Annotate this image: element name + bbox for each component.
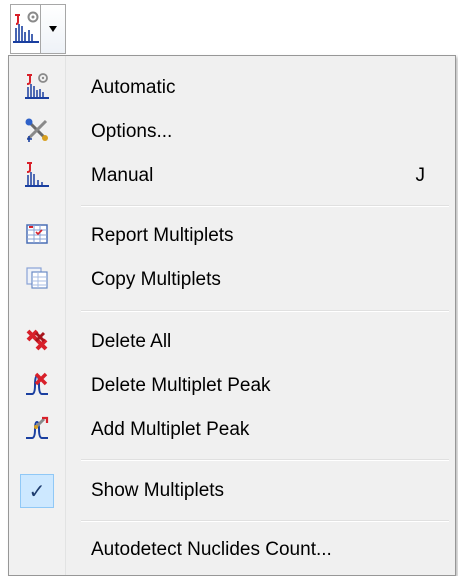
multiplets-menu-screenshot: Automatic Options... Manual J Report Mul… [0, 0, 458, 576]
menu-item-label: Copy Multiplets [91, 269, 221, 290]
multiplet-auto-icon [24, 72, 50, 105]
menu-separator [81, 205, 449, 207]
menu-item-label: Report Multiplets [91, 225, 234, 246]
menu-item-label: Delete All [91, 331, 172, 352]
menu-separator [81, 459, 449, 461]
menu-item-autodetect-nuclides-count[interactable]: Autodetect Nuclides Count... [11, 528, 453, 572]
menu-item-label: Show Multiplets [91, 480, 225, 501]
menu-item-delete-multiplet-peak[interactable]: Delete Multiplet Peak [11, 364, 453, 408]
menu-item-manual[interactable]: Manual J [11, 154, 453, 198]
menu-item-label: Automatic [91, 77, 176, 98]
menu-item-options[interactable]: Options... [11, 110, 453, 154]
menu-item-copy-multiplets[interactable]: Copy Multiplets [11, 258, 453, 302]
dropdown-toggle-button[interactable] [40, 5, 65, 53]
menu-item-show-multiplets[interactable]: ✓ Show Multiplets [11, 469, 453, 513]
menu-item-automatic[interactable]: Automatic [11, 66, 453, 110]
report-table-icon [25, 222, 49, 251]
menu-separator [81, 310, 449, 312]
menu-item-label: Options... [91, 121, 173, 142]
multiplets-dropdown-menu: Automatic Options... Manual J Report Mul… [8, 55, 456, 576]
multiplet-manual-icon [24, 160, 50, 193]
options-wrench-icon [24, 117, 50, 148]
multiplet-auto-icon [12, 10, 40, 49]
menu-item-delete-all[interactable]: Delete All [11, 320, 453, 364]
multiplet-toolbar-split-button[interactable] [10, 4, 66, 54]
chevron-down-icon [48, 20, 58, 38]
delete-peak-icon [24, 371, 50, 402]
checkmark-icon: ✓ [28, 479, 46, 503]
add-peak-icon [24, 415, 50, 446]
menu-item-add-multiplet-peak[interactable]: Add Multiplet Peak [11, 408, 453, 452]
menu-item-label: Delete Multiplet Peak [91, 375, 271, 396]
menu-item-label: Add Multiplet Peak [91, 419, 250, 440]
menu-item-label: Autodetect Nuclides Count... [91, 539, 332, 560]
copy-table-icon [25, 266, 49, 295]
menu-item-label: Manual [91, 165, 154, 186]
menu-item-shortcut: J [415, 165, 426, 186]
multiplet-auto-button[interactable] [11, 5, 40, 53]
delete-all-icon [24, 327, 50, 358]
menu-separator [81, 520, 449, 522]
menu-item-report-multiplets[interactable]: Report Multiplets [11, 214, 453, 258]
checked-state-box: ✓ [20, 474, 54, 508]
